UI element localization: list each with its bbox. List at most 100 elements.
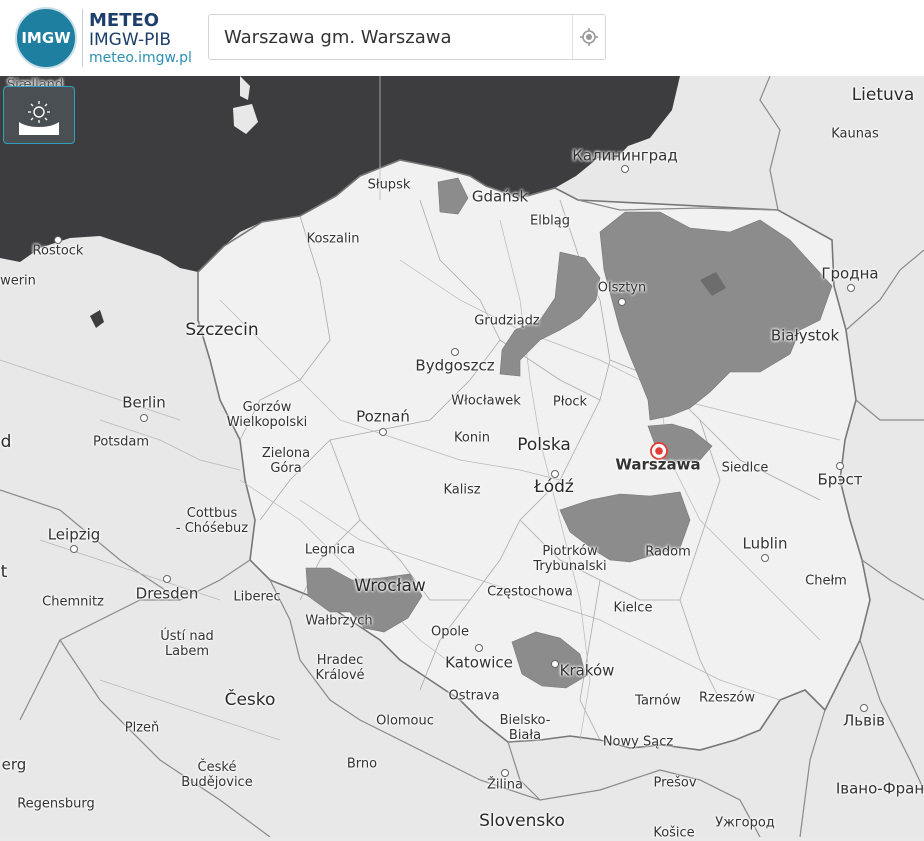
- location-search: [208, 14, 606, 60]
- label-hrodna: Гродна: [821, 264, 879, 283]
- label-ivano: Івано-Фран: [835, 779, 924, 798]
- label-plock: Płock: [552, 394, 588, 410]
- label-cesko: Česko: [224, 690, 276, 711]
- label-kosice: Košice: [653, 825, 695, 841]
- city-dot: [836, 462, 844, 470]
- label-piotrkow: Piotrków Trybunalski: [533, 544, 607, 574]
- label-potsdam: Potsdam: [92, 434, 150, 450]
- label-zielona-gora: Zielona Góra: [261, 446, 311, 476]
- label-wroclaw: Wrocław: [354, 576, 426, 597]
- label-erg-edge: erg: [1, 755, 27, 774]
- label-brno: Brno: [346, 756, 378, 772]
- label-d-edge: d: [0, 432, 12, 453]
- label-rostock: Rostock: [32, 243, 84, 259]
- label-bydgoszcz: Bydgoszcz: [415, 356, 495, 375]
- city-dot: [618, 298, 626, 306]
- top-bar: IMGW METEO IMGW-PIB meteo.imgw.pl: [0, 0, 924, 76]
- label-brest: Брэст: [817, 470, 863, 489]
- city-dot: [847, 284, 855, 292]
- label-elblag: Elbląg: [530, 213, 570, 229]
- label-krakow: Kraków: [559, 661, 615, 680]
- imgw-logo[interactable]: IMGW: [15, 7, 77, 69]
- city-dot: [551, 470, 559, 478]
- brand-title: METEO: [89, 10, 160, 31]
- label-hradec: Hradec Králové: [315, 653, 365, 683]
- city-dot: [163, 575, 171, 583]
- label-slupsk: Słupsk: [367, 177, 411, 193]
- label-bialystok: Białystok: [770, 326, 840, 345]
- label-rzeszow: Rzeszów: [698, 690, 756, 706]
- label-radom: Radom: [645, 544, 691, 560]
- label-berlin: Berlin: [122, 393, 166, 412]
- city-dot: [451, 348, 459, 356]
- label-usti: Ústí nad Labem: [160, 629, 214, 659]
- label-uzhhorod: Ужгород: [715, 815, 775, 831]
- label-kalisz: Kalisz: [443, 482, 481, 498]
- label-slovensko: Slovensko: [479, 811, 565, 832]
- label-opole: Opole: [430, 624, 470, 640]
- label-poznan: Poznań: [356, 407, 410, 426]
- label-konin: Konin: [454, 430, 490, 446]
- label-leipzig: Leipzig: [47, 525, 101, 544]
- label-siedlce: Siedlce: [721, 460, 769, 476]
- city-dot: [70, 545, 78, 553]
- label-szczecin: Szczecin: [185, 320, 259, 341]
- locate-button[interactable]: [572, 15, 605, 59]
- label-olsztyn: Olsztyn: [597, 280, 647, 296]
- city-dot: [860, 704, 868, 712]
- label-olomouc: Olomouc: [376, 713, 434, 729]
- label-czestochowa: Częstochowa: [487, 584, 573, 600]
- label-werin: werin: [0, 273, 36, 289]
- crosshair-icon: [580, 28, 598, 46]
- label-gdansk: Gdańsk: [471, 187, 529, 206]
- brand-org: IMGW-PIB: [89, 30, 172, 50]
- label-chelm: Chełm: [805, 573, 847, 589]
- label-lviv: Львів: [843, 711, 885, 730]
- label-presov: Prešov: [653, 775, 697, 791]
- label-liberec: Liberec: [233, 589, 281, 605]
- label-chemnitz: Chemnitz: [42, 594, 104, 610]
- label-tarnow: Tarnów: [635, 693, 681, 709]
- label-kaunas: Kaunas: [831, 126, 879, 142]
- label-lublin: Lublin: [742, 534, 788, 553]
- city-dot: [621, 165, 629, 173]
- sun-sea-icon: [19, 101, 59, 135]
- label-bielsko: Bielsko- Biała: [499, 713, 551, 743]
- label-polska: Polska: [517, 435, 571, 456]
- city-dot: [379, 428, 387, 436]
- label-ostrava: Ostrava: [448, 688, 500, 704]
- label-dresden: Dresden: [135, 584, 199, 603]
- label-koszalin: Koszalin: [306, 231, 360, 247]
- label-kaliningrad: Калининград: [572, 146, 678, 165]
- label-lodz: Łódź: [534, 477, 574, 498]
- city-dot: [551, 660, 559, 668]
- city-dot: [140, 414, 148, 422]
- label-cottbus: Cottbus - Chóśebuz: [175, 506, 249, 536]
- label-lietuva: Lietuva: [851, 85, 915, 106]
- city-dot: [54, 236, 62, 244]
- search-input[interactable]: [209, 15, 575, 59]
- brand-separator: [82, 9, 83, 67]
- label-kielce: Kielce: [613, 600, 653, 616]
- label-plzen: Plzeň: [124, 720, 160, 736]
- label-walbrzych: Wałbrzych: [305, 613, 373, 629]
- city-dot: [501, 769, 509, 777]
- label-zilina: Žilina: [487, 777, 523, 793]
- label-katowice: Katowice: [445, 653, 513, 672]
- brand-block[interactable]: METEO IMGW-PIB meteo.imgw.pl: [89, 10, 192, 67]
- warning-map[interactable]: Sjælland Lietuva Kaunas Калининград Słup…: [0, 76, 924, 840]
- label-wloclawek: Włocławek: [451, 393, 521, 409]
- label-grudziadz: Grudziądz: [474, 313, 540, 329]
- label-t-edge: t: [0, 562, 8, 583]
- label-ceske-budejovice: České Budějovice: [181, 760, 253, 790]
- logo-text: IMGW: [21, 29, 71, 47]
- label-warszawa: Warszawa: [615, 455, 701, 474]
- label-nowy-sacz: Nowy Sącz: [602, 734, 674, 750]
- label-gorzow: Gorzów Wielkopolski: [226, 400, 308, 430]
- city-dot: [761, 554, 769, 562]
- label-regensburg: Regensburg: [17, 796, 95, 812]
- label-legnica: Legnica: [304, 542, 356, 558]
- layer-toggle-button[interactable]: [3, 86, 75, 144]
- city-dot: [475, 644, 483, 652]
- brand-url[interactable]: meteo.imgw.pl: [89, 50, 192, 66]
